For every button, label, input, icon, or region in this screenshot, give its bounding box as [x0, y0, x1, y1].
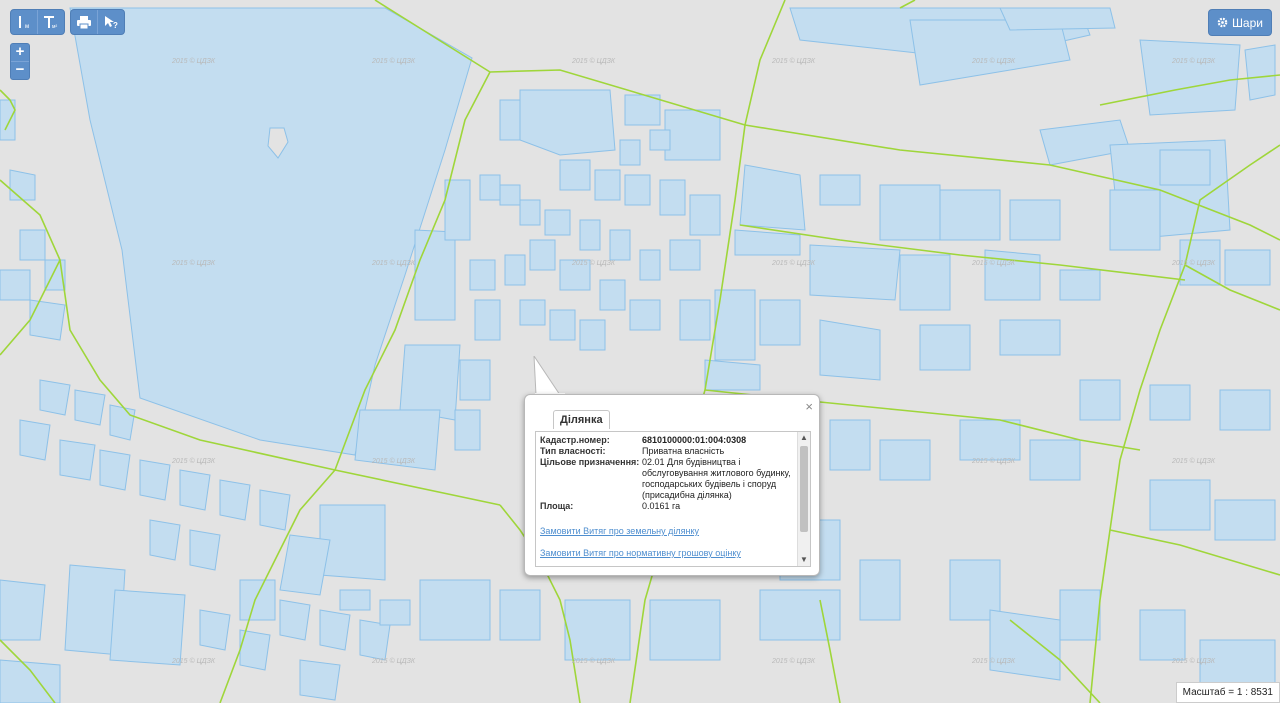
svg-text:м: м [25, 24, 29, 29]
identify-cursor-icon: ? [105, 16, 118, 29]
zoom-out-button[interactable]: − [11, 62, 29, 79]
parcel-details: Кадастр.номер: 6810100000:01:004:0308 Ти… [540, 435, 796, 558]
watermark: 2015 © ЦДЗК [972, 260, 1016, 267]
field-label: Площа: [540, 501, 574, 511]
popup-body: Кадастр.номер: 6810100000:01:004:0308 Ти… [535, 431, 811, 567]
watermark: 2015 © ЦДЗК [772, 58, 816, 65]
scale-indicator: Масштаб = 1 : 8531 [1175, 682, 1280, 703]
watermark: 2015 © ЦДЗК [1172, 58, 1216, 65]
tools-toolbar: ? [70, 9, 125, 35]
layers-button[interactable]: Шари [1207, 9, 1272, 36]
purpose: 02.01 Для будівництва і обслуговування ж… [642, 457, 791, 500]
watermark: 2015 © ЦДЗК [972, 58, 1016, 65]
field-label: Цільове призначення: [540, 457, 640, 467]
watermark: 2015 © ЦДЗК [572, 260, 616, 267]
print-button[interactable] [71, 10, 98, 34]
ruler-icon: м [19, 16, 29, 29]
scroll-thumb[interactable] [800, 446, 808, 532]
measure-length-button[interactable]: м [11, 10, 38, 34]
watermark: 2015 © ЦДЗК [172, 658, 216, 665]
field-row: Кадастр.номер: 6810100000:01:004:0308 [540, 435, 796, 446]
watermark: 2015 © ЦДЗК [1172, 658, 1216, 665]
watermark: 2015 © ЦДЗК [372, 658, 416, 665]
field-label: Кадастр.номер: [540, 435, 610, 445]
popup-scrollbar[interactable]: ▲ ▼ [797, 432, 810, 566]
svg-text:?: ? [113, 21, 118, 29]
ownership-type: Приватна власність [642, 446, 725, 456]
field-row: Тип власності: Приватна власність [540, 446, 796, 457]
close-icon[interactable]: × [805, 399, 813, 414]
watermark: 2015 © ЦДЗК [372, 260, 416, 267]
layers-label: Шари [1231, 15, 1263, 30]
print-icon [77, 15, 91, 29]
order-valuation-extract-link[interactable]: Замовити Витяг про нормативну грошову оц… [540, 548, 796, 558]
watermark: 2015 © ЦДЗК [1172, 458, 1216, 465]
svg-text:м²: м² [52, 24, 57, 29]
field-row: Площа: 0.0161 га [540, 501, 796, 512]
watermark: 2015 © ЦДЗК [772, 260, 816, 267]
parcel-info-popup: × Ділянка Кадастр.номер: 6810100000:01:0… [524, 394, 820, 576]
watermark: 2015 © ЦДЗК [372, 458, 416, 465]
watermark: 2015 © ЦДЗК [572, 58, 616, 65]
zoom-control: + − [10, 43, 30, 80]
area-ruler-icon: м² [44, 16, 57, 29]
identify-button[interactable]: ? [98, 10, 124, 34]
measure-area-button[interactable]: м² [38, 10, 64, 34]
field-label: Тип власності: [540, 446, 606, 456]
cadastral-map[interactable] [0, 0, 1280, 703]
order-parcel-extract-link[interactable]: Замовити Витяг про земельну ділянку [540, 526, 796, 536]
popup-pointer [533, 356, 565, 396]
watermark: 2015 © ЦДЗК [372, 58, 416, 65]
watermark: 2015 © ЦДЗК [1172, 260, 1216, 267]
cadastral-number: 6810100000:01:004:0308 [642, 435, 747, 445]
scroll-down-icon[interactable]: ▼ [798, 554, 810, 566]
watermark: 2015 © ЦДЗК [172, 458, 216, 465]
watermark: 2015 © ЦДЗК [172, 58, 216, 65]
field-row: Цільове призначення: 02.01 Для будівницт… [540, 457, 796, 501]
scroll-up-icon[interactable]: ▲ [798, 432, 810, 444]
watermark: 2015 © ЦДЗК [972, 458, 1016, 465]
measure-toolbar: м м² [10, 9, 65, 35]
watermark: 2015 © ЦДЗК [772, 658, 816, 665]
watermark: 2015 © ЦДЗК [972, 658, 1016, 665]
zoom-in-button[interactable]: + [11, 44, 29, 62]
watermark: 2015 © ЦДЗК [572, 658, 616, 665]
area-value: 0.0161 га [642, 501, 681, 511]
gear-icon [1217, 17, 1228, 28]
tab-parcel[interactable]: Ділянка [553, 410, 610, 429]
watermark: 2015 © ЦДЗК [172, 260, 216, 267]
